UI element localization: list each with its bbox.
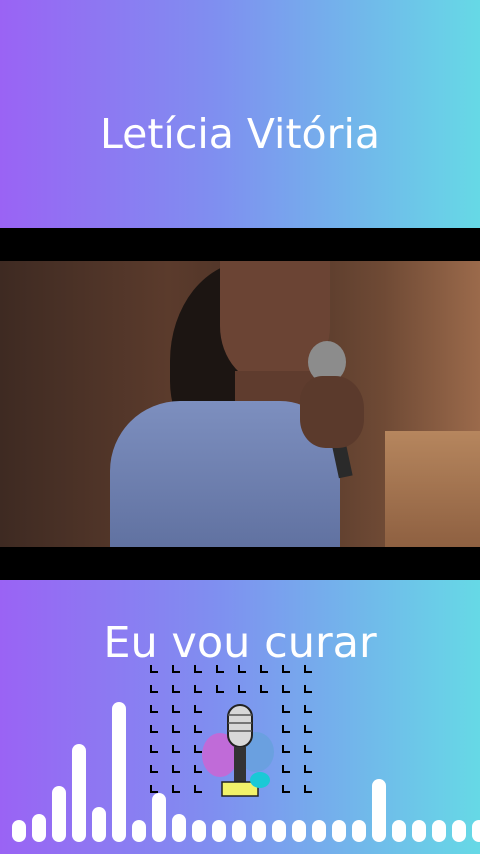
decorative-corner-mark: [282, 705, 290, 713]
singer-hand: [300, 376, 364, 448]
artist-title: Letícia Vitória: [100, 110, 380, 158]
decorative-corner-mark: [304, 725, 312, 733]
decorative-corner-mark: [194, 745, 202, 753]
visualizer-bar: [52, 786, 66, 842]
decorative-corner-mark: [194, 725, 202, 733]
visualizer-bar: [372, 779, 386, 842]
visualizer-bar: [412, 820, 426, 842]
visualizer-bar: [112, 702, 126, 842]
decorative-corner-mark: [282, 665, 290, 673]
decorative-corner-mark: [172, 785, 180, 793]
decorative-corner-mark: [150, 725, 158, 733]
visualizer-bar: [252, 820, 266, 842]
decorative-corner-mark: [172, 705, 180, 713]
visualizer-bar: [432, 820, 446, 842]
decorative-corner-mark: [194, 685, 202, 693]
decorative-corner-mark: [304, 685, 312, 693]
decorative-corner-mark: [304, 765, 312, 773]
visualizer-bar: [72, 744, 86, 842]
decorative-corner-mark: [172, 665, 180, 673]
decorative-corner-mark: [172, 765, 180, 773]
visualizer-bar: [92, 807, 106, 842]
decorative-corner-mark: [304, 785, 312, 793]
visualizer-bar: [192, 820, 206, 842]
decorative-corner-mark: [304, 745, 312, 753]
decorative-corner-mark: [282, 785, 290, 793]
microphone-graphic: [202, 704, 274, 797]
visualizer-bar: [232, 820, 246, 842]
decorative-corner-mark: [172, 725, 180, 733]
visualizer-bar: [312, 820, 326, 842]
visualizer-bar: [472, 820, 480, 842]
decorative-corner-mark: [282, 745, 290, 753]
visualizer-bar: [172, 814, 186, 842]
decorative-corner-mark: [216, 665, 224, 673]
decorative-corner-mark: [150, 785, 158, 793]
decorative-corner-mark: [304, 665, 312, 673]
decorative-corner-mark: [194, 665, 202, 673]
decorative-corner-mark: [172, 745, 180, 753]
decorative-corner-mark: [150, 685, 158, 693]
decorative-corner-mark: [282, 765, 290, 773]
decorative-corner-mark: [238, 685, 246, 693]
decorative-corner-mark: [150, 705, 158, 713]
visualizer-bar: [392, 820, 406, 842]
decorative-corner-mark: [238, 665, 246, 673]
decorative-corner-mark: [150, 745, 158, 753]
decorative-corner-mark: [194, 765, 202, 773]
microphone-sticker-icon: [150, 665, 330, 805]
video-frame[interactable]: [0, 261, 480, 547]
visualizer-bar: [132, 820, 146, 842]
decorative-corner-mark: [172, 685, 180, 693]
decorative-corner-mark: [194, 705, 202, 713]
wall-light: [385, 431, 480, 547]
decorative-corner-mark: [194, 785, 202, 793]
decorative-corner-mark: [260, 685, 268, 693]
decorative-corner-mark: [304, 705, 312, 713]
visualizer-bar: [332, 820, 346, 842]
lyric-subtitle: Eu vou curar: [103, 618, 377, 668]
decorative-corner-mark: [216, 685, 224, 693]
visualizer-bar: [12, 820, 26, 842]
visualizer-bar: [32, 814, 46, 842]
decorative-corner-mark: [282, 725, 290, 733]
decorative-corner-mark: [150, 765, 158, 773]
decorative-corner-mark: [260, 665, 268, 673]
decorative-corner-mark: [282, 685, 290, 693]
visualizer-bar: [272, 820, 286, 842]
decorative-corner-mark: [150, 665, 158, 673]
video-player[interactable]: [0, 228, 480, 580]
visualizer-bar: [352, 820, 366, 842]
visualizer-bar: [212, 820, 226, 842]
visualizer-bar: [452, 820, 466, 842]
visualizer-bar: [292, 820, 306, 842]
